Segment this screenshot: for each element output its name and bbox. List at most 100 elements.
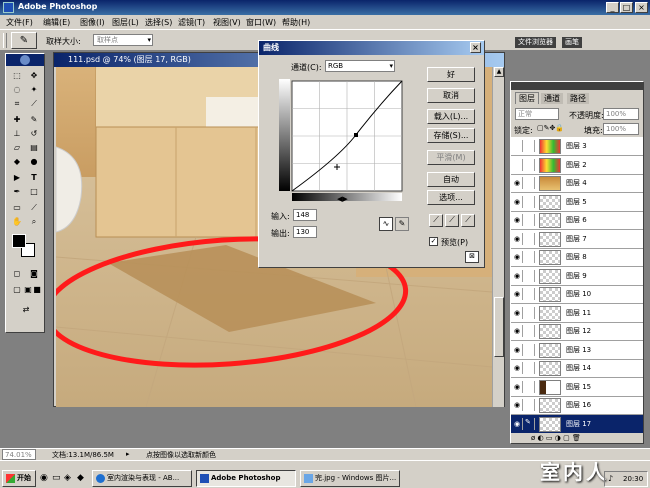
gray-eyedropper-icon[interactable]: ⟋ [445,214,459,227]
menu-file[interactable]: 文件(F) [6,17,33,28]
history-brush-tool-icon[interactable]: ↺ [26,128,42,140]
task-ie-window[interactable]: 室内渲染与表现 - AB... [92,470,192,487]
layer-row[interactable]: ◉ ✎ 图层 17 [511,414,643,433]
pen-tool-icon[interactable]: ✒ [9,186,25,198]
menu-window[interactable]: 窗口(W) [246,17,276,28]
layer-style-icon[interactable]: ø [531,434,535,442]
start-button[interactable]: 开始 [2,470,36,487]
layer-row[interactable]: ◉ 图层 4 [511,174,643,193]
hand-tool-icon[interactable]: ✋ [9,216,25,228]
tab-brushes[interactable]: 画笔 [562,37,582,48]
visibility-eye-icon[interactable]: ◉ [512,288,523,300]
tab-file-browser[interactable]: 文件浏览器 [515,37,556,48]
visibility-eye-icon[interactable]: ◉ [512,269,523,282]
task-photoshop-window[interactable]: Adobe Photoshop [196,470,296,487]
tab-paths[interactable]: 路径 [567,93,589,104]
layer-row[interactable]: 图层 3 [511,137,643,156]
expand-dialog-icon[interactable]: ⊠ [465,251,479,263]
visibility-eye-icon[interactable]: ◉ [512,362,523,374]
lock-icons[interactable]: ▢✎✥🔒 [537,124,564,132]
menu-image[interactable]: 图像(I) [80,17,105,28]
smooth-button[interactable]: 平滑(M) [427,150,475,165]
options-button[interactable]: 选项... [427,190,475,205]
layer-row[interactable]: ◉ 图层 13 [511,341,643,360]
adjustment-icon[interactable]: ◑ [555,434,561,442]
move-tool-icon[interactable]: ✥ [26,70,42,82]
slice-tool-icon[interactable]: ⟋ [26,98,42,110]
menu-view[interactable]: 视图(V) [213,17,241,28]
eyedropper-preset-icon[interactable]: ✎ [11,32,37,49]
layer-row[interactable]: ◉ 图层 5 [511,193,643,212]
load-button[interactable]: 载入(L)... [427,109,475,124]
menu-filter[interactable]: 滤镜(T) [178,17,205,28]
curves-title-bar[interactable]: 曲线 × [259,41,484,55]
visibility-eye-icon[interactable]: ◉ [512,343,523,356]
menu-select[interactable]: 选择(S) [145,17,172,28]
jump-to-imageready-icon[interactable]: ⇄ [16,304,36,316]
vertical-scrollbar[interactable]: ▲ [492,67,504,407]
layer-row[interactable]: ◉ 图层 9 [511,267,643,286]
save-button[interactable]: 存储(S)... [427,128,475,143]
eraser-tool-icon[interactable]: ▱ [9,142,25,154]
visibility-eye-icon[interactable]: ◉ [512,177,523,189]
layer-row[interactable]: ◉ 图层 11 [511,304,643,323]
marquee-tool-icon[interactable]: ⬚ [9,70,25,82]
menu-layer[interactable]: 图层(L) [112,17,139,28]
quick-mask-mode-icon[interactable]: ◙ [26,268,42,280]
curve-point-mode-icon[interactable]: ∿ [379,217,393,231]
output-field[interactable]: 130 [293,226,317,238]
visibility-eye-icon[interactable] [512,158,523,171]
link-brush-icon[interactable] [525,362,535,374]
layer-row[interactable]: ◉ 图层 6 [511,211,643,230]
visibility-eye-icon[interactable]: ◉ [512,399,523,411]
link-brush-icon[interactable] [525,140,535,152]
layers-palette-header[interactable] [511,82,643,90]
link-brush-icon[interactable] [525,269,535,282]
menu-edit[interactable]: 编辑(E) [43,17,70,28]
close-button[interactable]: × [635,2,648,13]
layer-row[interactable]: ◉ 图层 10 [511,285,643,304]
link-brush-icon[interactable] [525,288,535,300]
visibility-eye-icon[interactable]: ◉ [512,306,523,319]
healing-brush-tool-icon[interactable]: ✚ [9,114,25,126]
type-tool-icon[interactable]: T [26,172,42,184]
quicklaunch-explorer-icon[interactable]: ◆ [77,473,84,483]
visibility-eye-icon[interactable]: ◉ [512,251,523,263]
curve-graph[interactable] [279,79,407,203]
white-eyedropper-icon[interactable]: ⟋ [461,214,475,227]
cancel-button[interactable]: 取消 [427,88,475,103]
zoom-tool-icon[interactable]: ⌕ [26,216,42,228]
link-brush-icon[interactable] [525,251,535,263]
visibility-eye-icon[interactable] [512,140,523,152]
fill-field[interactable]: 100% [603,123,639,135]
quicklaunch-desktop-icon[interactable]: ▭ [52,473,61,483]
volume-icon[interactable]: ♪ [608,472,613,486]
new-layer-icon[interactable]: ▢ [563,434,570,442]
gradient-tool-icon[interactable]: ▤ [26,142,42,154]
grip-handle[interactable] [3,33,7,48]
eyedropper-tool-icon[interactable]: ⟋ [26,202,42,214]
visibility-eye-icon[interactable]: ◉ [512,214,523,226]
opacity-field[interactable]: 100% [603,108,639,120]
link-brush-icon[interactable] [525,380,535,393]
status-arrow-icon[interactable]: ▸ [126,450,130,458]
layer-row[interactable]: ◉ 图层 14 [511,359,643,378]
pencil-mode-icon[interactable]: ✎ [395,217,409,231]
layer-row[interactable]: 图层 2 [511,156,643,175]
visibility-eye-icon[interactable]: ◉ [512,325,523,337]
curves-close-button[interactable]: × [470,42,481,53]
mask-icon[interactable]: ◐ [538,434,544,442]
doc-size[interactable]: 文档:13.1M/86.5M [52,450,114,460]
input-field[interactable]: 148 [293,209,317,221]
link-brush-icon[interactable] [525,232,535,245]
zoom-field[interactable]: 74.01% [2,449,36,460]
layer-row[interactable]: ◉ 图层 7 [511,230,643,249]
trash-icon[interactable]: 🗑 [572,434,581,442]
tab-channels[interactable]: 通道 [541,93,563,104]
link-brush-icon[interactable] [525,177,535,189]
path-selection-tool-icon[interactable]: ▶ [9,172,25,184]
layer-row[interactable]: ◉ 图层 8 [511,248,643,267]
menu-help[interactable]: 帮助(H) [282,17,310,28]
layer-row[interactable]: ◉ 图层 16 [511,396,643,415]
gradient-direction-icon[interactable]: ◀▶ [337,195,348,203]
